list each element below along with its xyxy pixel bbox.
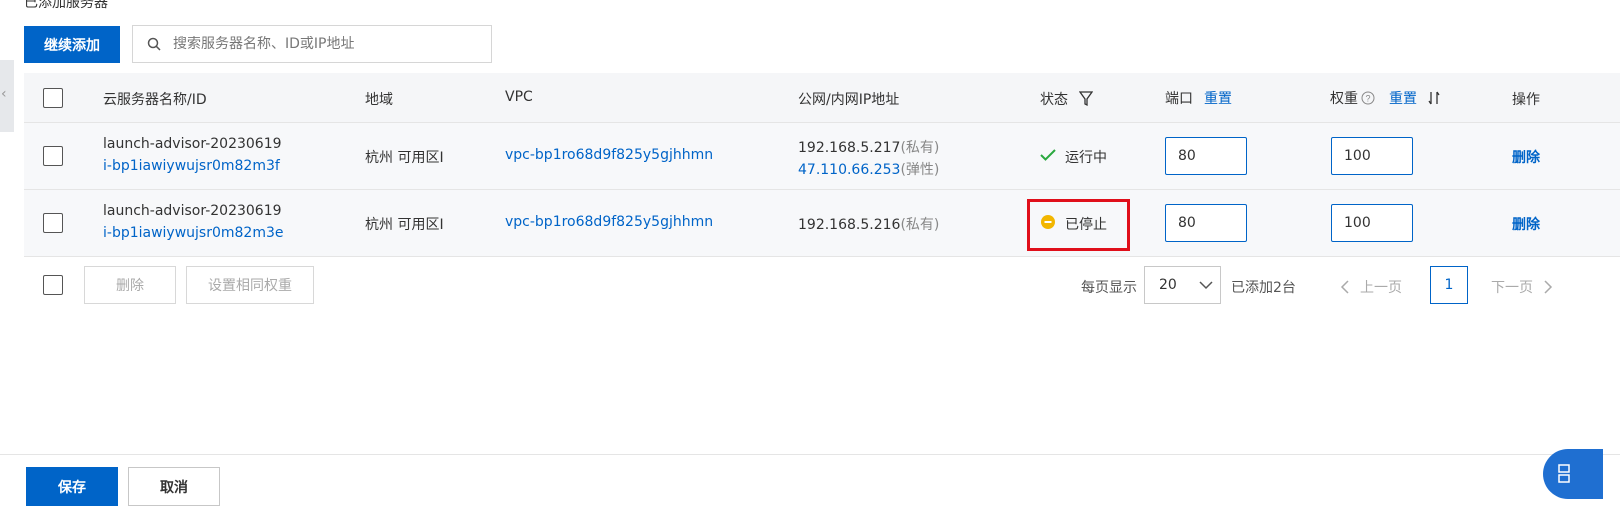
status-running: 运行中	[1065, 150, 1107, 166]
added-count: 已添加2台	[1231, 280, 1296, 296]
status-highlight-box	[1027, 199, 1130, 251]
next-page-label: 下一页	[1491, 280, 1533, 296]
public-ip: 47.110.66.253(弹性)	[798, 162, 940, 178]
chevron-left-icon: ‹	[1, 86, 7, 102]
server-name: launch-advisor-20230619	[103, 203, 282, 219]
filter-icon[interactable]	[1079, 91, 1093, 107]
table-header: 云服务器名称/ID 地域 VPC 公网/内网IP地址 状态 端口 重置 权重 ?…	[24, 73, 1620, 123]
header-status: 状态	[1040, 92, 1068, 108]
server-id-link[interactable]: i-bp1iawiywujsr0m82m3e	[103, 225, 284, 241]
next-page-button[interactable]: 下一页	[1491, 277, 1553, 297]
header-name: 云服务器名称/ID	[103, 92, 207, 108]
header-region: 地域	[365, 92, 393, 108]
table-row: launch-advisor-20230619 i-bp1iawiywujsr0…	[24, 190, 1620, 257]
port-input[interactable]: 80	[1165, 204, 1247, 242]
svg-text:?: ?	[1365, 94, 1370, 104]
private-ip: 192.168.5.217(私有)	[798, 140, 940, 156]
port-reset-link[interactable]: 重置	[1204, 88, 1232, 108]
prev-page-label: 上一页	[1360, 280, 1402, 296]
server-id-link[interactable]: i-bp1iawiywujsr0m82m3f	[103, 158, 280, 174]
header-ip: 公网/内网IP地址	[798, 92, 900, 108]
save-button[interactable]: 保存	[26, 467, 118, 506]
add-server-button[interactable]: 继续添加	[24, 26, 120, 63]
weight-reset-link[interactable]: 重置	[1389, 88, 1417, 108]
table-row: launch-advisor-20230619 i-bp1iawiywujsr0…	[24, 123, 1620, 190]
help-icon[interactable]: ?	[1361, 91, 1375, 105]
floating-help-button[interactable]	[1543, 449, 1603, 499]
footer-divider	[0, 454, 1620, 455]
sort-icon[interactable]	[1427, 91, 1441, 105]
server-name: launch-advisor-20230619	[103, 136, 282, 152]
page-size-label: 每页显示	[1081, 280, 1137, 296]
vpc-link[interactable]: vpc-bp1ro68d9f825y5gjhhmn	[505, 147, 713, 163]
chevron-right-icon	[1544, 280, 1553, 294]
prev-page-button[interactable]: 上一页	[1340, 277, 1402, 297]
footer-select-all-checkbox[interactable]	[43, 275, 63, 295]
server-region: 杭州 可用区I	[365, 150, 444, 166]
delete-row-link[interactable]: 删除	[1512, 214, 1540, 234]
chevron-down-icon	[1199, 281, 1213, 290]
weight-input[interactable]: 100	[1331, 204, 1413, 242]
server-table: 云服务器名称/ID 地域 VPC 公网/内网IP地址 状态 端口 重置 权重 ?…	[24, 73, 1620, 257]
search-input[interactable]	[173, 36, 473, 52]
set-same-weight-button[interactable]: 设置相同权重	[186, 266, 314, 304]
section-title: 已添加服务器	[24, 0, 108, 11]
delete-row-link[interactable]: 删除	[1512, 147, 1540, 167]
current-page-button[interactable]: 1	[1430, 266, 1468, 304]
grid-icon	[1558, 464, 1570, 483]
header-vpc: VPC	[505, 89, 533, 105]
search-box[interactable]	[132, 25, 492, 63]
page-size-value: 20	[1159, 277, 1177, 293]
cancel-button[interactable]: 取消	[128, 467, 220, 506]
header-port: 端口	[1165, 91, 1193, 107]
row-checkbox[interactable]	[43, 213, 63, 233]
chevron-left-icon	[1340, 280, 1349, 294]
check-icon	[1040, 149, 1056, 161]
server-region: 杭州 可用区I	[365, 217, 444, 233]
batch-delete-button[interactable]: 删除	[84, 266, 176, 304]
private-ip: 192.168.5.216(私有)	[798, 217, 940, 233]
weight-input[interactable]: 100	[1331, 137, 1413, 175]
select-all-checkbox[interactable]	[43, 88, 63, 108]
row-checkbox[interactable]	[43, 146, 63, 166]
search-icon	[147, 37, 161, 51]
vpc-link[interactable]: vpc-bp1ro68d9f825y5gjhhmn	[505, 214, 713, 230]
collapse-handle[interactable]: ‹	[0, 60, 14, 132]
header-weight: 权重	[1330, 91, 1358, 107]
header-action: 操作	[1512, 92, 1540, 108]
port-input[interactable]: 80	[1165, 137, 1247, 175]
page-size-select[interactable]: 20	[1144, 266, 1221, 304]
